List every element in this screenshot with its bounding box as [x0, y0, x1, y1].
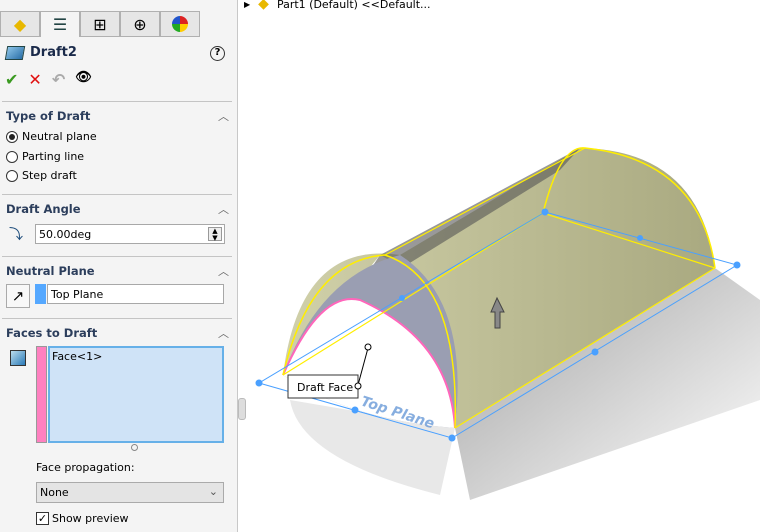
section-title-neutral-plane[interactable]: Neutral Plane	[6, 264, 95, 278]
radio-step-draft[interactable]: Step draft	[6, 169, 77, 182]
svg-text:Draft Face: Draft Face	[297, 381, 353, 394]
divider	[2, 318, 232, 319]
draft-face-callout[interactable]: Draft Face	[287, 374, 362, 399]
tab-display-manager[interactable]	[160, 11, 200, 37]
selection-color-swatch	[36, 346, 47, 443]
resize-handle[interactable]	[131, 444, 138, 451]
feature-header: Draft2	[4, 45, 77, 60]
collapse-caret-icon[interactable]: ︿	[218, 108, 229, 124]
section-title-type-of-draft[interactable]: Type of Draft	[6, 109, 90, 123]
collapse-caret-icon[interactable]: ︿	[218, 201, 229, 217]
tab-dimxpert[interactable]: ⊕	[120, 11, 160, 37]
chevron-down-icon: ⌄	[208, 485, 218, 498]
graphics-viewport[interactable]: Top Plane Draft Face	[240, 0, 766, 532]
face-propagation-dropdown[interactable]: None ⌄	[36, 482, 224, 503]
part-icon: ◆	[13, 14, 27, 34]
divider	[2, 101, 232, 102]
radio-parting-line[interactable]: Parting line	[6, 150, 84, 163]
tree-icon: ⊞	[93, 14, 107, 34]
list-item[interactable]: Face<1>	[52, 350, 220, 363]
face-propagation-label: Face propagation:	[36, 461, 135, 474]
tab-configuration-manager[interactable]: ⊞	[80, 11, 120, 37]
divider	[2, 194, 232, 195]
radio-neutral-plane[interactable]: Neutral plane	[6, 130, 97, 143]
section-title-draft-angle[interactable]: Draft Angle	[6, 202, 81, 216]
divider	[2, 256, 232, 257]
neutral-plane-selection[interactable]: Top Plane	[47, 284, 224, 304]
property-manager: ◆ ☰ ⊞ ⊕ Draft2 ? ✔ ✕ ↶ 👁 Type of Draft ︿…	[0, 0, 238, 532]
crosshair-icon: ⊕	[133, 14, 147, 34]
angle-icon: ⤵	[9, 227, 23, 243]
checkbox-checked-icon: ✓	[36, 512, 49, 525]
reverse-direction-button[interactable]: ↗	[6, 284, 30, 308]
selection-color-swatch	[35, 284, 46, 304]
detailed-preview-button[interactable]: 👁	[75, 70, 92, 89]
action-bar: ✔ ✕ ↶ 👁	[5, 70, 92, 89]
collapse-caret-icon[interactable]: ︿	[218, 263, 229, 279]
draft-feature-icon	[4, 45, 26, 60]
ok-button[interactable]: ✔	[5, 70, 18, 89]
help-button[interactable]: ?	[210, 46, 225, 61]
color-wheel-icon	[172, 16, 188, 32]
list-icon: ☰	[52, 15, 68, 34]
face-icon	[10, 350, 26, 366]
undo-button[interactable]: ↶	[52, 70, 65, 89]
show-preview-checkbox[interactable]: ✓ Show preview	[36, 512, 129, 525]
tab-property-manager[interactable]: ☰	[40, 11, 80, 37]
faces-selection-list[interactable]: Face<1>	[48, 346, 224, 443]
draft-angle-input[interactable]: 50.00deg ▲ ▼	[35, 224, 225, 244]
collapse-caret-icon[interactable]: ︿	[218, 325, 229, 341]
manager-tabs: ◆ ☰ ⊞ ⊕	[0, 11, 200, 37]
cancel-button[interactable]: ✕	[28, 70, 41, 89]
section-title-faces-to-draft[interactable]: Faces to Draft	[6, 326, 97, 340]
tab-feature-manager[interactable]: ◆	[0, 11, 40, 37]
feature-title: Draft2	[30, 45, 77, 60]
spinner-buttons[interactable]: ▲ ▼	[208, 227, 222, 242]
